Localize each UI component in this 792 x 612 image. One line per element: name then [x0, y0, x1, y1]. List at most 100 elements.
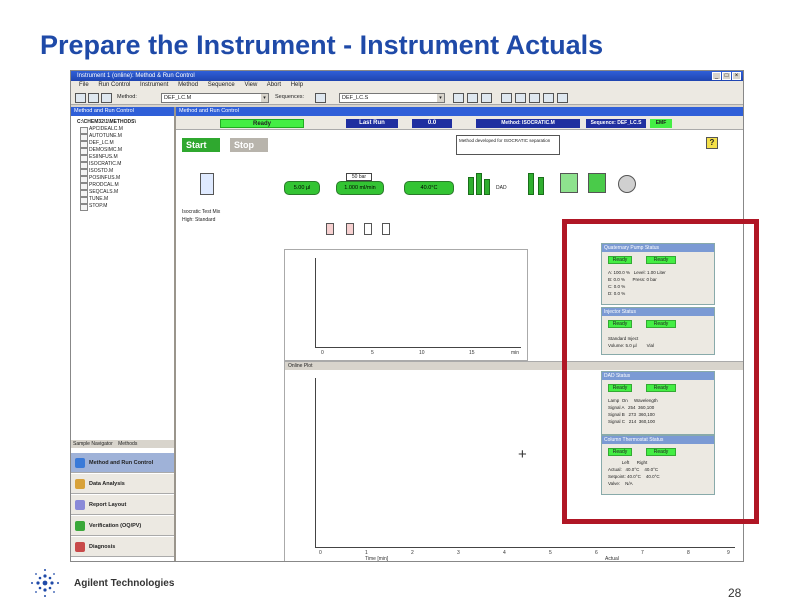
actuals-label: Actual [605, 556, 619, 562]
menu-method[interactable]: Method [178, 82, 198, 88]
close-button[interactable]: × [732, 72, 741, 80]
solvent-bottle-icon [346, 223, 354, 235]
nav-button-diagnosis[interactable]: Diagnosis [71, 537, 174, 557]
layout-icon[interactable] [453, 93, 464, 103]
x-tick-label: 8 [687, 550, 690, 556]
menu-instrument[interactable]: Instrument [140, 82, 168, 88]
tree-item[interactable]: ISOSTD.M [77, 168, 174, 176]
sequence-open-icon[interactable] [315, 93, 326, 103]
stop-button[interactable]: Stop [230, 138, 268, 152]
x-tick-label: 9 [727, 550, 730, 556]
sequence-label: Sequences: [275, 94, 305, 100]
status-counter: 0.0 [412, 119, 452, 128]
menu-file[interactable]: File [79, 82, 89, 88]
new-icon[interactable] [75, 93, 86, 103]
help-icon[interactable] [557, 93, 568, 103]
maximize-button[interactable]: □ [722, 72, 731, 80]
menu-run-control[interactable]: Run Control [98, 82, 130, 88]
emf-badge: EMF [650, 119, 672, 128]
toolbar: Method: DEF_LC.M ▾ Sequences: DEF_LC.S ▾ [71, 90, 743, 105]
signal-plot-axis [315, 258, 521, 348]
tree-item[interactable]: STOP.M [77, 203, 174, 211]
edit-icon[interactable] [543, 93, 554, 103]
x-tick-label: 0 [321, 350, 324, 356]
method-select[interactable]: DEF_LC.M ▾ [161, 93, 269, 103]
open-icon[interactable] [88, 93, 99, 103]
grid-icon[interactable] [481, 93, 492, 103]
highlight-frame [562, 219, 759, 524]
tree-item[interactable]: SEQCALS.M [77, 189, 174, 197]
content-header: Method and Run Control [176, 107, 743, 116]
minimize-button[interactable]: _ [712, 72, 721, 80]
nav-button-label: Data Analysis [89, 481, 125, 487]
nav-button-verification[interactable]: Verification (OQ/PV) [71, 516, 174, 536]
x-tick-label: 5 [549, 550, 552, 556]
crosshair-cursor-icon: + [518, 446, 527, 463]
agilent-logo-icon [31, 569, 59, 597]
method-label: Method: [117, 94, 137, 100]
nav-header: Method and Run Control [71, 107, 174, 116]
chevron-down-icon: ▾ [437, 94, 444, 102]
x-tick-label: 0 [319, 550, 322, 556]
help-button[interactable]: ? [706, 137, 718, 149]
tree-item[interactable]: TUNE.M [77, 196, 174, 204]
status-method: Method: ISOCRATIC.M [476, 119, 580, 128]
diagnosis-icon [75, 542, 85, 552]
signal-plot: 0 5 10 15 min [284, 249, 528, 361]
brand-name: Agilent Technologies [74, 578, 175, 589]
injector-module[interactable]: 5.00 µl [284, 181, 320, 195]
status-last-run: Last Run [346, 119, 398, 128]
chart-icon[interactable] [501, 93, 512, 103]
x-tick-label: 7 [641, 550, 644, 556]
tab-sample-navigator[interactable]: Sample Navigator [73, 441, 113, 447]
document-icon[interactable] [588, 173, 606, 193]
tools-icon[interactable] [529, 93, 540, 103]
tree-root[interactable]: C:\CHEM32\1\METHODS\ [77, 119, 174, 126]
window-title: Instrument 1 (online): Method & Run Cont… [77, 73, 195, 79]
x-tick-label: 15 [469, 350, 475, 356]
status-bar: Ready Last Run 0.0 Method: ISOCRATIC.M S… [176, 116, 743, 130]
chevron-down-icon: ▾ [261, 94, 268, 102]
column-module[interactable]: 40.0°C [404, 181, 454, 195]
x-tick-label: 5 [371, 350, 374, 356]
method-select-value: DEF_LC.M [164, 95, 192, 101]
instrument-icon [75, 458, 85, 468]
analysis-icon [75, 479, 85, 489]
menu-sequence[interactable]: Sequence [208, 82, 235, 88]
sample-label: Isocratic Test Mix [182, 209, 221, 215]
x-tick-label: 6 [595, 550, 598, 556]
menu-help[interactable]: Help [291, 82, 303, 88]
window-titlebar: Instrument 1 (online): Method & Run Cont… [71, 71, 743, 81]
tree-item[interactable]: DEMOSIMC.M [77, 147, 174, 155]
tree-item[interactable]: APCIDEALC.M [77, 126, 174, 134]
solvent-bottle-icon [326, 223, 334, 235]
tree-item[interactable]: DEF_LC.M [77, 140, 174, 148]
signal-icon[interactable] [515, 93, 526, 103]
nav-button-data-analysis[interactable]: Data Analysis [71, 474, 174, 494]
status-sequence: Sequence: DEF_LC.S [586, 119, 646, 128]
status-badge-ready: Ready [220, 119, 304, 128]
tab-methods[interactable]: Methods [118, 441, 137, 447]
tree-item[interactable]: PRODCAL.M [77, 182, 174, 190]
table-icon[interactable] [467, 93, 478, 103]
peak-icon [476, 173, 482, 195]
save-icon[interactable] [101, 93, 112, 103]
nav-button-report-layout[interactable]: Report Layout [71, 495, 174, 515]
tree-item[interactable]: AUTOTUNE.M [77, 133, 174, 141]
menu-view[interactable]: View [244, 82, 257, 88]
nav-tabs: Sample Navigator Methods [71, 440, 174, 448]
tree-item[interactable]: ESIINFUS.M [77, 154, 174, 162]
nav-button-method-run-control[interactable]: Method and Run Control [71, 453, 174, 473]
start-button[interactable]: Start [182, 138, 220, 152]
x-tick-label: 4 [503, 550, 506, 556]
glp-icon[interactable] [618, 175, 636, 193]
tree-item[interactable]: ISOCRATIC.M [77, 161, 174, 169]
method-tree: C:\CHEM32\1\METHODS\ APCIDEALC.M AUTOTUN… [71, 116, 174, 211]
report-module-icon[interactable] [560, 173, 578, 193]
pump-module[interactable]: 1.000 ml/min [336, 181, 384, 195]
tree-item[interactable]: POSINFUS.M [77, 175, 174, 183]
menu-bar: File Run Control Instrument Method Seque… [71, 81, 743, 90]
navigation-pane: Method and Run Control C:\CHEM32\1\METHO… [71, 107, 176, 561]
sequence-select[interactable]: DEF_LC.S ▾ [339, 93, 445, 103]
menu-abort[interactable]: Abort [267, 82, 281, 88]
